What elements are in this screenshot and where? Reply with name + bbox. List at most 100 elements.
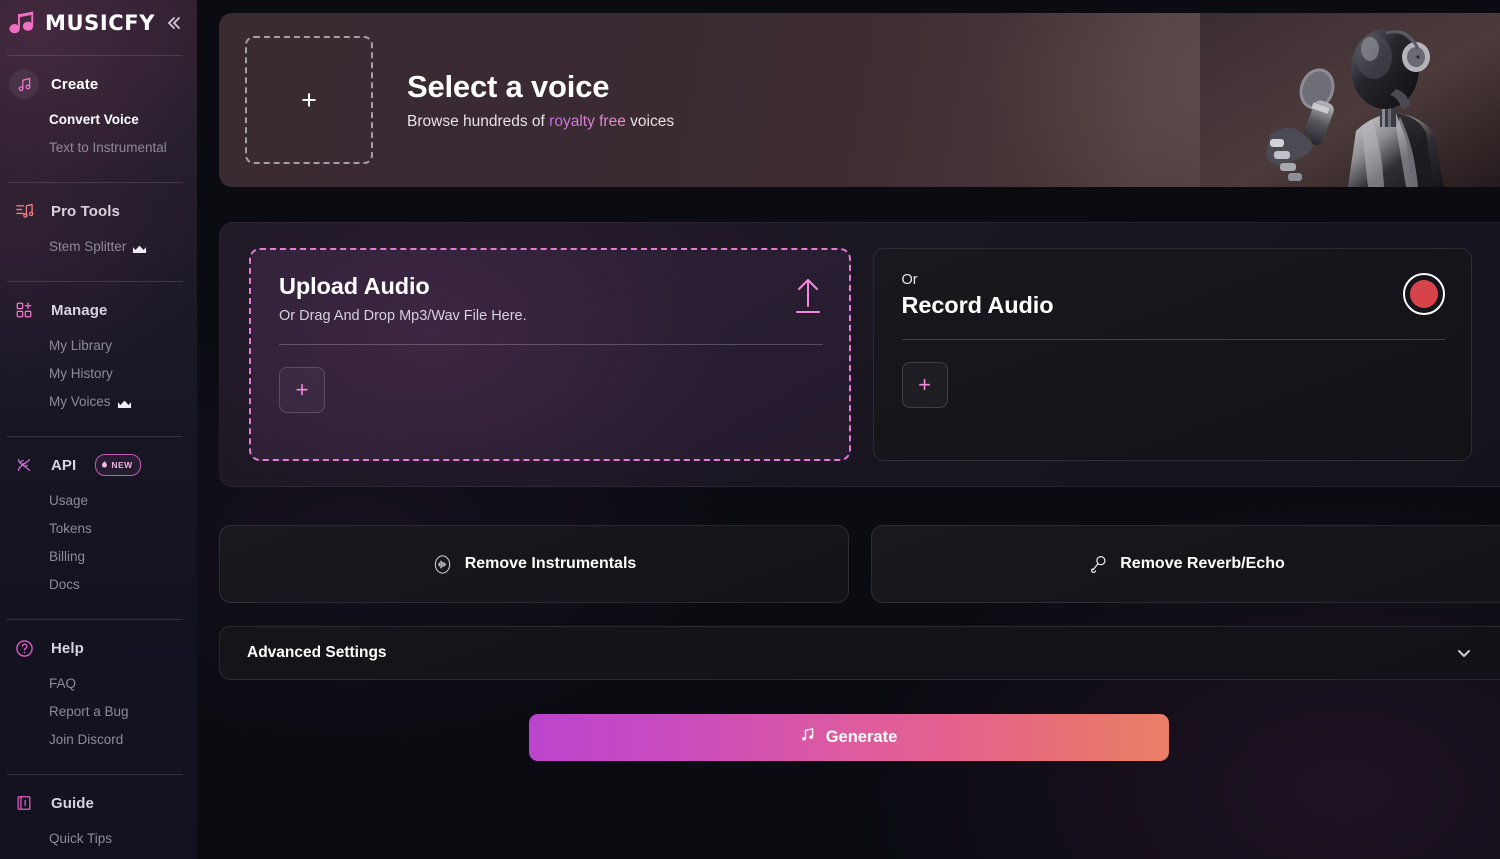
main-content: + Select a voice Browse hundreds of roya… — [197, 0, 1500, 859]
audio-cleanup-actions: Remove Instrumentals Remove Reverb/Echo — [219, 525, 1500, 603]
record-card-text: Or Record Audio — [902, 271, 1404, 319]
music-sliders-icon — [9, 196, 39, 226]
sidebar-group-manage: Manage My Library My History My Voices — [0, 282, 197, 427]
sidebar-item-quick-tips[interactable]: Quick Tips — [0, 825, 197, 853]
sidebar-head-create[interactable]: Create — [0, 69, 197, 99]
sidebar-item-join-discord[interactable]: Join Discord — [0, 726, 197, 754]
microphone-icon — [1087, 553, 1109, 575]
sidebar-item-report-a-bug[interactable]: Report a Bug — [0, 698, 197, 726]
music-note-icon — [8, 10, 38, 36]
status-badge: NEW — [95, 454, 141, 476]
action-label: Remove Instrumentals — [464, 555, 637, 572]
sidebar-item-docs[interactable]: Docs — [0, 571, 197, 599]
advanced-settings-accordion[interactable]: Advanced Settings — [219, 626, 1500, 680]
sidebar-head-help[interactable]: Help — [0, 633, 197, 663]
waveform-circle-icon — [432, 553, 454, 575]
record-card-head: Or Record Audio — [902, 271, 1445, 319]
remove-instrumentals-button[interactable]: Remove Instrumentals — [219, 525, 849, 603]
sidebar-item-stem-splitter[interactable]: Stem Splitter — [0, 233, 197, 261]
sidebar-head-label: Help — [51, 639, 84, 657]
sidebar-item-billing[interactable]: Billing — [0, 543, 197, 571]
sidebar-head-label: Guide — [51, 794, 95, 812]
upload-card-title: Upload Audio — [279, 273, 430, 299]
sidebar-item-label: FAQ — [49, 676, 77, 691]
hero-subtitle-pre: Browse hundreds of — [407, 113, 550, 131]
record-card-title: Record Audio — [901, 292, 1054, 319]
upload-arrow-icon[interactable] — [793, 276, 823, 316]
sidebar-head-manage[interactable]: Manage — [0, 295, 197, 325]
page-title: Select a voice — [407, 68, 610, 104]
sidebar-item-label: My History — [49, 366, 113, 381]
hero-subtitle-accent: royalty free — [549, 113, 626, 131]
hero-subtitle: Browse hundreds of royalty free voices — [407, 113, 674, 131]
sidebar-item-convert-voice[interactable]: Convert Voice — [0, 106, 197, 134]
sidebar-head-label: Create — [51, 75, 99, 93]
audio-input-panel: Upload Audio Or Drag And Drop Mp3/Wav Fi… — [219, 222, 1500, 487]
music-note-icon — [9, 69, 39, 99]
sidebar-head-api[interactable]: API NEW — [0, 450, 197, 480]
action-label: Remove Reverb/Echo — [1120, 555, 1285, 572]
sidebar-item-label: Text to Instrumental — [49, 140, 167, 155]
remove-reverb-echo-button[interactable]: Remove Reverb/Echo — [871, 525, 1500, 603]
record-button-icon[interactable] — [1403, 273, 1445, 315]
divider — [901, 339, 1445, 341]
sidebar-item-label: Join Discord — [49, 732, 124, 747]
sidebar-item-text-to-instrumental[interactable]: Text to Instrumental — [0, 134, 197, 162]
sidebar-head-label: API — [51, 456, 77, 474]
crown-icon — [117, 397, 132, 408]
sidebar-item-my-library[interactable]: My Library — [0, 332, 197, 360]
sidebar-item-label: Billing — [49, 549, 86, 564]
sidebar-item-label: Docs — [49, 577, 80, 592]
grid-plus-icon — [9, 295, 39, 325]
hero-subtitle-post: voices — [625, 113, 675, 131]
sidebar-item-label: Report a Bug — [49, 704, 129, 719]
sidebar-group-pro-tools: Pro Tools Stem Splitter — [0, 183, 197, 272]
upload-card-subtitle: Or Drag And Drop Mp3/Wav File Here. — [279, 308, 527, 325]
sidebar-group-guide: Guide Quick Tips Watch Tutorials — [0, 775, 197, 859]
upload-card-head: Upload Audio Or Drag And Drop Mp3/Wav Fi… — [279, 272, 823, 324]
sidebar-item-usage[interactable]: Usage — [0, 487, 197, 515]
select-voice-add-button[interactable]: + — [245, 36, 373, 164]
brand-row: MUSICFY — [0, 0, 197, 46]
sidebar-item-label: Stem Splitter — [49, 239, 127, 254]
upload-audio-card[interactable]: Upload Audio Or Drag And Drop Mp3/Wav Fi… — [249, 248, 851, 461]
sidebar-group-help: Help FAQ Report a Bug Join Discord — [0, 620, 197, 765]
sidebar-item-my-history[interactable]: My History — [0, 360, 197, 388]
robot-with-microphone-image — [1200, 13, 1500, 187]
sidebar-group-create: Create Convert Voice Text to Instrumenta… — [0, 56, 197, 173]
badge-label: NEW — [111, 460, 133, 470]
sidebar-item-label: Usage — [49, 493, 89, 508]
brand-name: MUSICFY — [45, 10, 156, 35]
sidebar-head-guide[interactable]: Guide — [0, 788, 197, 818]
record-audio-card[interactable]: Or Record Audio + — [872, 248, 1472, 461]
sidebar-item-label: My Library — [49, 338, 113, 353]
generate-row: Generate — [219, 714, 1500, 761]
sidebar-item-label: Tokens — [49, 521, 92, 536]
sidebar-item-label: My Voices — [49, 394, 111, 409]
upload-card-text: Upload Audio Or Drag And Drop Mp3/Wav Fi… — [279, 272, 793, 324]
sidebar-item-tokens[interactable]: Tokens — [0, 515, 197, 543]
sidebar-item-my-voices[interactable]: My Voices — [0, 388, 197, 416]
advanced-settings-label: Advanced Settings — [247, 644, 387, 661]
chevron-down-icon[interactable] — [1456, 645, 1472, 661]
generate-label: Generate — [825, 728, 898, 746]
divider — [279, 344, 823, 346]
flame-icon — [101, 456, 108, 474]
upload-add-button[interactable]: + — [279, 367, 325, 414]
sidebar-item-watch-tutorials[interactable]: Watch Tutorials — [0, 853, 197, 859]
music-notes-icon — [800, 727, 816, 748]
sidebar-item-label: Quick Tips — [49, 831, 113, 846]
sidebar-head-pro-tools[interactable]: Pro Tools — [0, 196, 197, 226]
record-add-button[interactable]: + — [901, 362, 948, 409]
sidebar: MUSICFY Create Convert Voice Text to Ins… — [0, 0, 197, 859]
app-root: MUSICFY Create Convert Voice Text to Ins… — [0, 0, 1500, 859]
sidebar-head-label: Pro Tools — [51, 202, 120, 220]
record-card-or-label: Or — [901, 272, 918, 288]
book-icon — [9, 788, 39, 818]
sidebar-item-faq[interactable]: FAQ — [0, 670, 197, 698]
hero-text: Select a voice Browse hundreds of royalt… — [407, 69, 674, 132]
hero-banner: + Select a voice Browse hundreds of roya… — [219, 13, 1500, 187]
generate-button[interactable]: Generate — [528, 714, 1169, 761]
sidebar-item-label: Convert Voice — [49, 112, 139, 127]
chevron-double-left-icon[interactable] — [163, 12, 185, 34]
